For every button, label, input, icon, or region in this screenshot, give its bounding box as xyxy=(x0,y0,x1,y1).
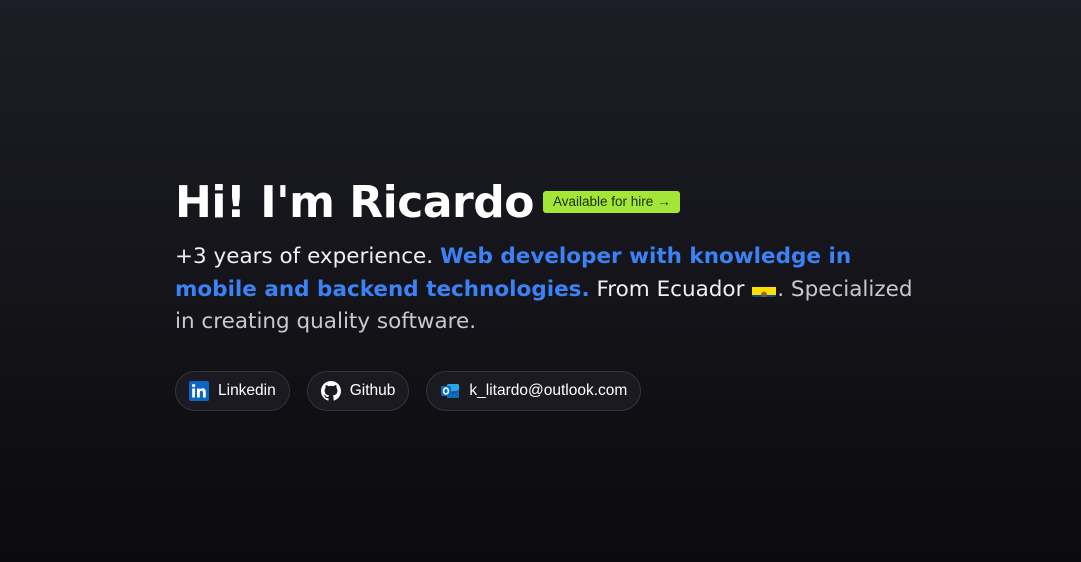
github-link[interactable]: Github xyxy=(306,370,410,411)
outlook-icon xyxy=(440,381,460,401)
ecuador-flag-icon xyxy=(752,281,777,297)
contact-links: Linkedin Github k_litardo@outlook.com xyxy=(175,370,915,411)
intro-origin: From Ecuador xyxy=(596,276,745,302)
linkedin-link[interactable]: Linkedin xyxy=(175,370,290,411)
title-row: Hi! I'm Ricardo Available for hire → xyxy=(175,176,915,230)
intro-text: +3 years of experience. Web developer wi… xyxy=(175,241,915,339)
github-icon xyxy=(320,380,341,401)
badge-label: Available for hire xyxy=(552,194,654,209)
linkedin-label: Linkedin xyxy=(218,381,276,399)
email-link[interactable]: k_litardo@outlook.com xyxy=(426,370,642,411)
available-for-hire-badge[interactable]: Available for hire → xyxy=(542,191,680,213)
arrow-right-icon: → xyxy=(657,194,671,209)
linkedin-icon xyxy=(189,380,209,401)
github-label: Github xyxy=(349,381,396,399)
intro-lead: +3 years of experience. xyxy=(175,244,434,269)
page-title: Hi! I'm Ricardo xyxy=(175,177,534,228)
hero-section: Hi! I'm Ricardo Available for hire → +3 … xyxy=(175,176,915,411)
email-label: k_litardo@outlook.com xyxy=(469,381,628,399)
